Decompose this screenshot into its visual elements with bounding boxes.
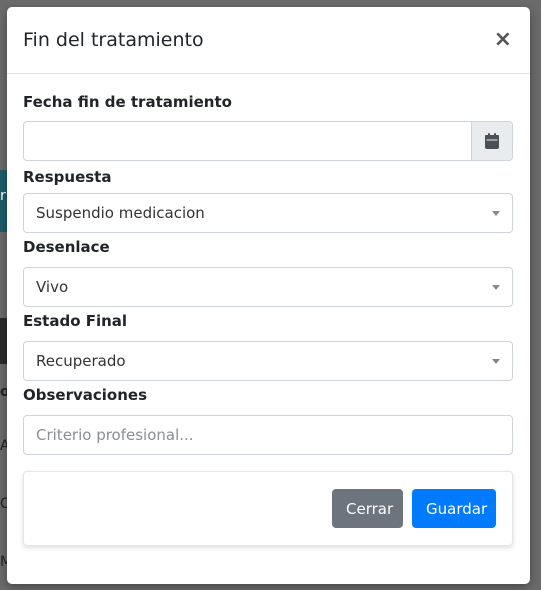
observaciones-input[interactable]	[23, 415, 513, 455]
chevron-down-icon	[492, 210, 500, 216]
guardar-button[interactable]: Guardar	[412, 489, 496, 528]
respuesta-select[interactable]: Suspendio medicacion	[23, 193, 513, 233]
modal-title: Fin del tratamiento	[23, 29, 204, 51]
cerrar-button[interactable]: Cerrar	[332, 489, 403, 528]
calendar-icon	[485, 133, 499, 149]
modal-body: Fecha fin de tratamiento Respuesta Suspe…	[7, 92, 530, 546]
desenlace-label: Desenlace	[23, 238, 110, 256]
modal-header: Fin del tratamiento ×	[7, 7, 530, 74]
observaciones-label: Observaciones	[23, 386, 148, 404]
respuesta-label: Respuesta	[23, 168, 112, 186]
background-text-fragment: r	[0, 188, 6, 204]
chevron-down-icon	[492, 284, 500, 290]
modal-footer: Cerrar Guardar	[23, 471, 513, 546]
respuesta-selected-value: Suspendio medicacion	[36, 204, 205, 222]
close-button[interactable]: ×	[492, 29, 514, 51]
fecha-label: Fecha fin de tratamiento	[23, 93, 232, 111]
estado-final-select[interactable]: Recuperado	[23, 341, 513, 381]
estado-final-label: Estado Final	[23, 312, 128, 330]
end-of-treatment-modal: Fin del tratamiento × Fecha fin de trata…	[7, 7, 530, 584]
fecha-input[interactable]	[24, 122, 471, 160]
desenlace-selected-value: Vivo	[36, 278, 69, 296]
date-picker	[23, 121, 513, 161]
desenlace-select[interactable]: Vivo	[23, 267, 513, 307]
calendar-button[interactable]	[471, 122, 512, 160]
estado-final-selected-value: Recuperado	[36, 352, 126, 370]
chevron-down-icon	[492, 358, 500, 364]
